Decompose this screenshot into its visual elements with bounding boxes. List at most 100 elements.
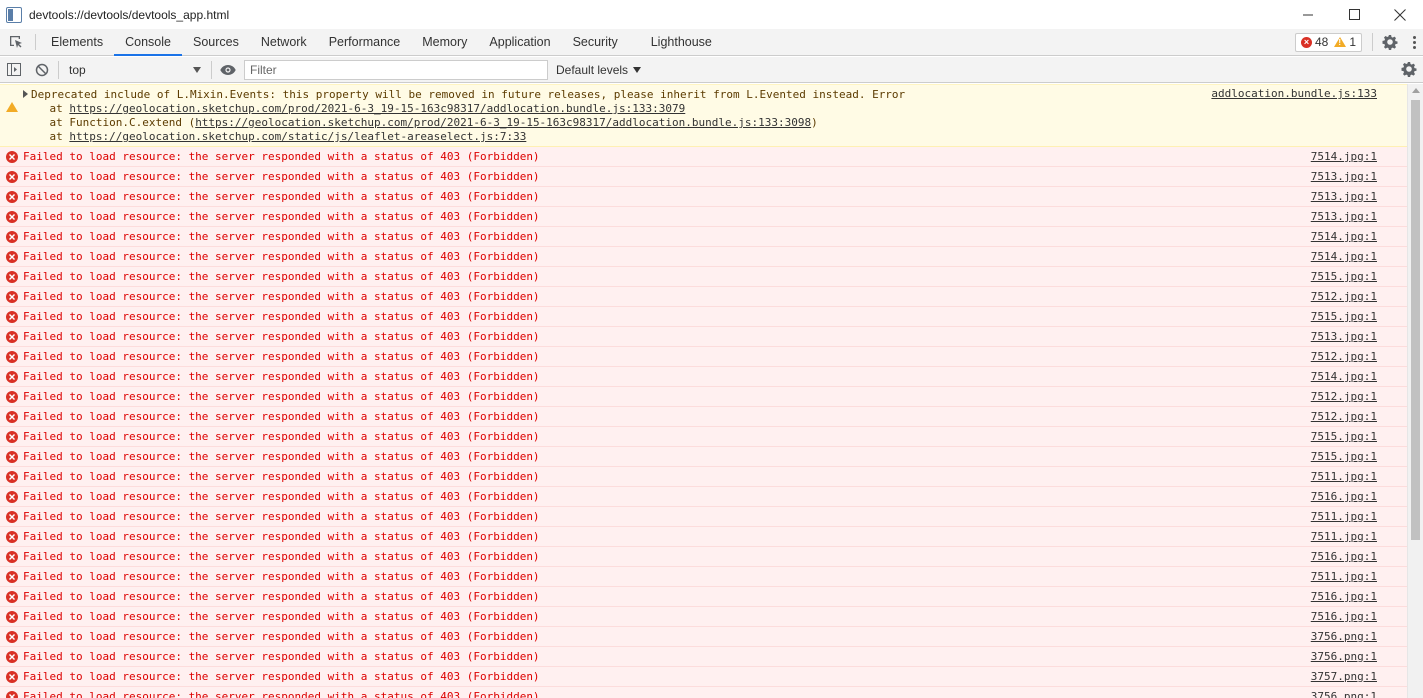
expand-triangle-icon[interactable] <box>23 90 28 98</box>
error-source-link[interactable]: 3756.png:1 <box>1311 651 1377 663</box>
stack-frame-link[interactable]: https://geolocation.sketchup.com/prod/20… <box>195 116 811 129</box>
error-text: Failed to load resource: the server resp… <box>23 530 540 543</box>
issue-counts-button[interactable]: × 48 ! 1 <box>1294 32 1362 52</box>
error-message: Failed to load resource: the server resp… <box>0 307 1407 327</box>
error-message-icon <box>6 691 18 698</box>
error-source-link[interactable]: 7511.jpg:1 <box>1311 531 1377 543</box>
filter-input[interactable] <box>244 59 548 80</box>
toolbar-separator <box>211 60 212 79</box>
error-source-link[interactable]: 3756.png:1 <box>1311 691 1377 698</box>
console-settings-button[interactable] <box>1401 61 1417 80</box>
tab-network[interactable]: Network <box>250 29 318 55</box>
error-source-link[interactable]: 7516.jpg:1 <box>1311 551 1377 563</box>
close-window-button[interactable] <box>1377 0 1423 29</box>
error-message-icon <box>6 351 18 363</box>
console-sidebar-icon <box>7 63 21 76</box>
console-scrollbar[interactable] <box>1407 84 1423 698</box>
error-text: Failed to load resource: the server resp… <box>23 610 540 623</box>
error-message-icon <box>6 631 18 643</box>
tab-application[interactable]: Application <box>478 29 561 55</box>
error-source-link[interactable]: 7511.jpg:1 <box>1311 571 1377 583</box>
error-message-icon <box>6 291 18 303</box>
stack-frame: at https://geolocation.sketchup.com/prod… <box>23 102 686 115</box>
eye-icon <box>220 64 236 75</box>
show-console-sidebar-button[interactable] <box>0 57 28 83</box>
scroll-up-arrow-icon[interactable] <box>1412 88 1420 93</box>
error-count: 48 <box>1314 35 1329 49</box>
error-source-link[interactable]: 7512.jpg:1 <box>1311 351 1377 363</box>
scrollbar-thumb[interactable] <box>1411 100 1420 540</box>
error-source-link[interactable]: 7516.jpg:1 <box>1311 491 1377 503</box>
error-message-icon <box>6 191 18 203</box>
tab-elements[interactable]: Elements <box>40 29 114 55</box>
error-source-link[interactable]: 7512.jpg:1 <box>1311 291 1377 303</box>
error-message-icon <box>6 551 18 563</box>
error-source-link[interactable]: 7516.jpg:1 <box>1311 611 1377 623</box>
maximize-button[interactable] <box>1331 0 1377 29</box>
error-message: Failed to load resource: the server resp… <box>0 547 1407 567</box>
javascript-context-select[interactable]: top <box>61 57 209 83</box>
error-source-link[interactable]: 7515.jpg:1 <box>1311 271 1377 283</box>
error-source-link[interactable]: 7511.jpg:1 <box>1311 471 1377 483</box>
error-text: Failed to load resource: the server resp… <box>23 570 540 583</box>
error-source-link[interactable]: 7513.jpg:1 <box>1311 191 1377 203</box>
more-options-button[interactable] <box>1407 35 1421 49</box>
error-text: Failed to load resource: the server resp… <box>23 270 540 283</box>
error-message-icon <box>6 171 18 183</box>
error-source-link[interactable]: 7513.jpg:1 <box>1311 171 1377 183</box>
error-text: Failed to load resource: the server resp… <box>23 410 540 423</box>
error-source-link[interactable]: 7514.jpg:1 <box>1311 231 1377 243</box>
tab-lighthouse[interactable]: Lighthouse <box>629 29 723 55</box>
error-source-link[interactable]: 7512.jpg:1 <box>1311 391 1377 403</box>
error-message-icon <box>6 571 18 583</box>
stack-frame-link[interactable]: https://geolocation.sketchup.com/static/… <box>69 130 526 143</box>
error-source-link[interactable]: 7515.jpg:1 <box>1311 431 1377 443</box>
devtools-main-toolbar: Elements Console Sources Network Perform… <box>0 29 1423 56</box>
warning-message: Deprecated include of L.Mixin.Events: th… <box>0 84 1407 147</box>
tab-performance[interactable]: Performance <box>318 29 412 55</box>
error-source-link[interactable]: 7513.jpg:1 <box>1311 331 1377 343</box>
chevron-down-icon <box>633 66 642 73</box>
error-message: Failed to load resource: the server resp… <box>0 687 1407 698</box>
error-message-icon <box>6 671 18 683</box>
settings-button[interactable] <box>1379 34 1401 50</box>
error-source-link[interactable]: 7515.jpg:1 <box>1311 311 1377 323</box>
tab-memory[interactable]: Memory <box>411 29 478 55</box>
error-message: Failed to load resource: the server resp… <box>0 247 1407 267</box>
error-text: Failed to load resource: the server resp… <box>23 230 540 243</box>
error-message-icon <box>6 531 18 543</box>
create-live-expression-button[interactable] <box>214 57 242 83</box>
error-source-link[interactable]: 7512.jpg:1 <box>1311 411 1377 423</box>
error-source-link[interactable]: 3757.png:1 <box>1311 671 1377 683</box>
warning-source-link[interactable]: addlocation.bundle.js:133 <box>1211 88 1377 100</box>
error-message-icon <box>6 231 18 243</box>
tab-security[interactable]: Security <box>562 29 629 55</box>
error-text: Failed to load resource: the server resp… <box>23 330 540 343</box>
stack-frame-link[interactable]: https://geolocation.sketchup.com/prod/20… <box>69 102 685 115</box>
error-text: Failed to load resource: the server resp… <box>23 670 540 683</box>
error-source-link[interactable]: 7511.jpg:1 <box>1311 511 1377 523</box>
log-levels-label: Default levels <box>556 62 629 77</box>
tab-console[interactable]: Console <box>114 29 182 56</box>
console-messages: Deprecated include of L.Mixin.Events: th… <box>0 84 1407 698</box>
error-source-link[interactable]: 7514.jpg:1 <box>1311 151 1377 163</box>
clear-console-button[interactable] <box>28 57 56 83</box>
tab-sources[interactable]: Sources <box>182 29 250 55</box>
error-message-icon <box>6 451 18 463</box>
error-message: Failed to load resource: the server resp… <box>0 587 1407 607</box>
error-source-link[interactable]: 7513.jpg:1 <box>1311 211 1377 223</box>
minimize-button[interactable] <box>1285 0 1331 29</box>
warning-first-line[interactable]: Deprecated include of L.Mixin.Events: th… <box>0 88 1407 102</box>
error-source-link[interactable]: 7515.jpg:1 <box>1311 451 1377 463</box>
error-text: Failed to load resource: the server resp… <box>23 190 540 203</box>
error-message: Failed to load resource: the server resp… <box>0 627 1407 647</box>
error-source-link[interactable]: 7514.jpg:1 <box>1311 371 1377 383</box>
error-source-link[interactable]: 7514.jpg:1 <box>1311 251 1377 263</box>
error-source-link[interactable]: 7516.jpg:1 <box>1311 591 1377 603</box>
error-source-link[interactable]: 3756.png:1 <box>1311 631 1377 643</box>
inspect-element-button[interactable] <box>0 29 31 55</box>
log-levels-dropdown[interactable]: Default levels <box>556 62 642 77</box>
error-text: Failed to load resource: the server resp… <box>23 630 540 643</box>
error-text: Failed to load resource: the server resp… <box>23 470 540 483</box>
error-message-icon <box>6 511 18 523</box>
